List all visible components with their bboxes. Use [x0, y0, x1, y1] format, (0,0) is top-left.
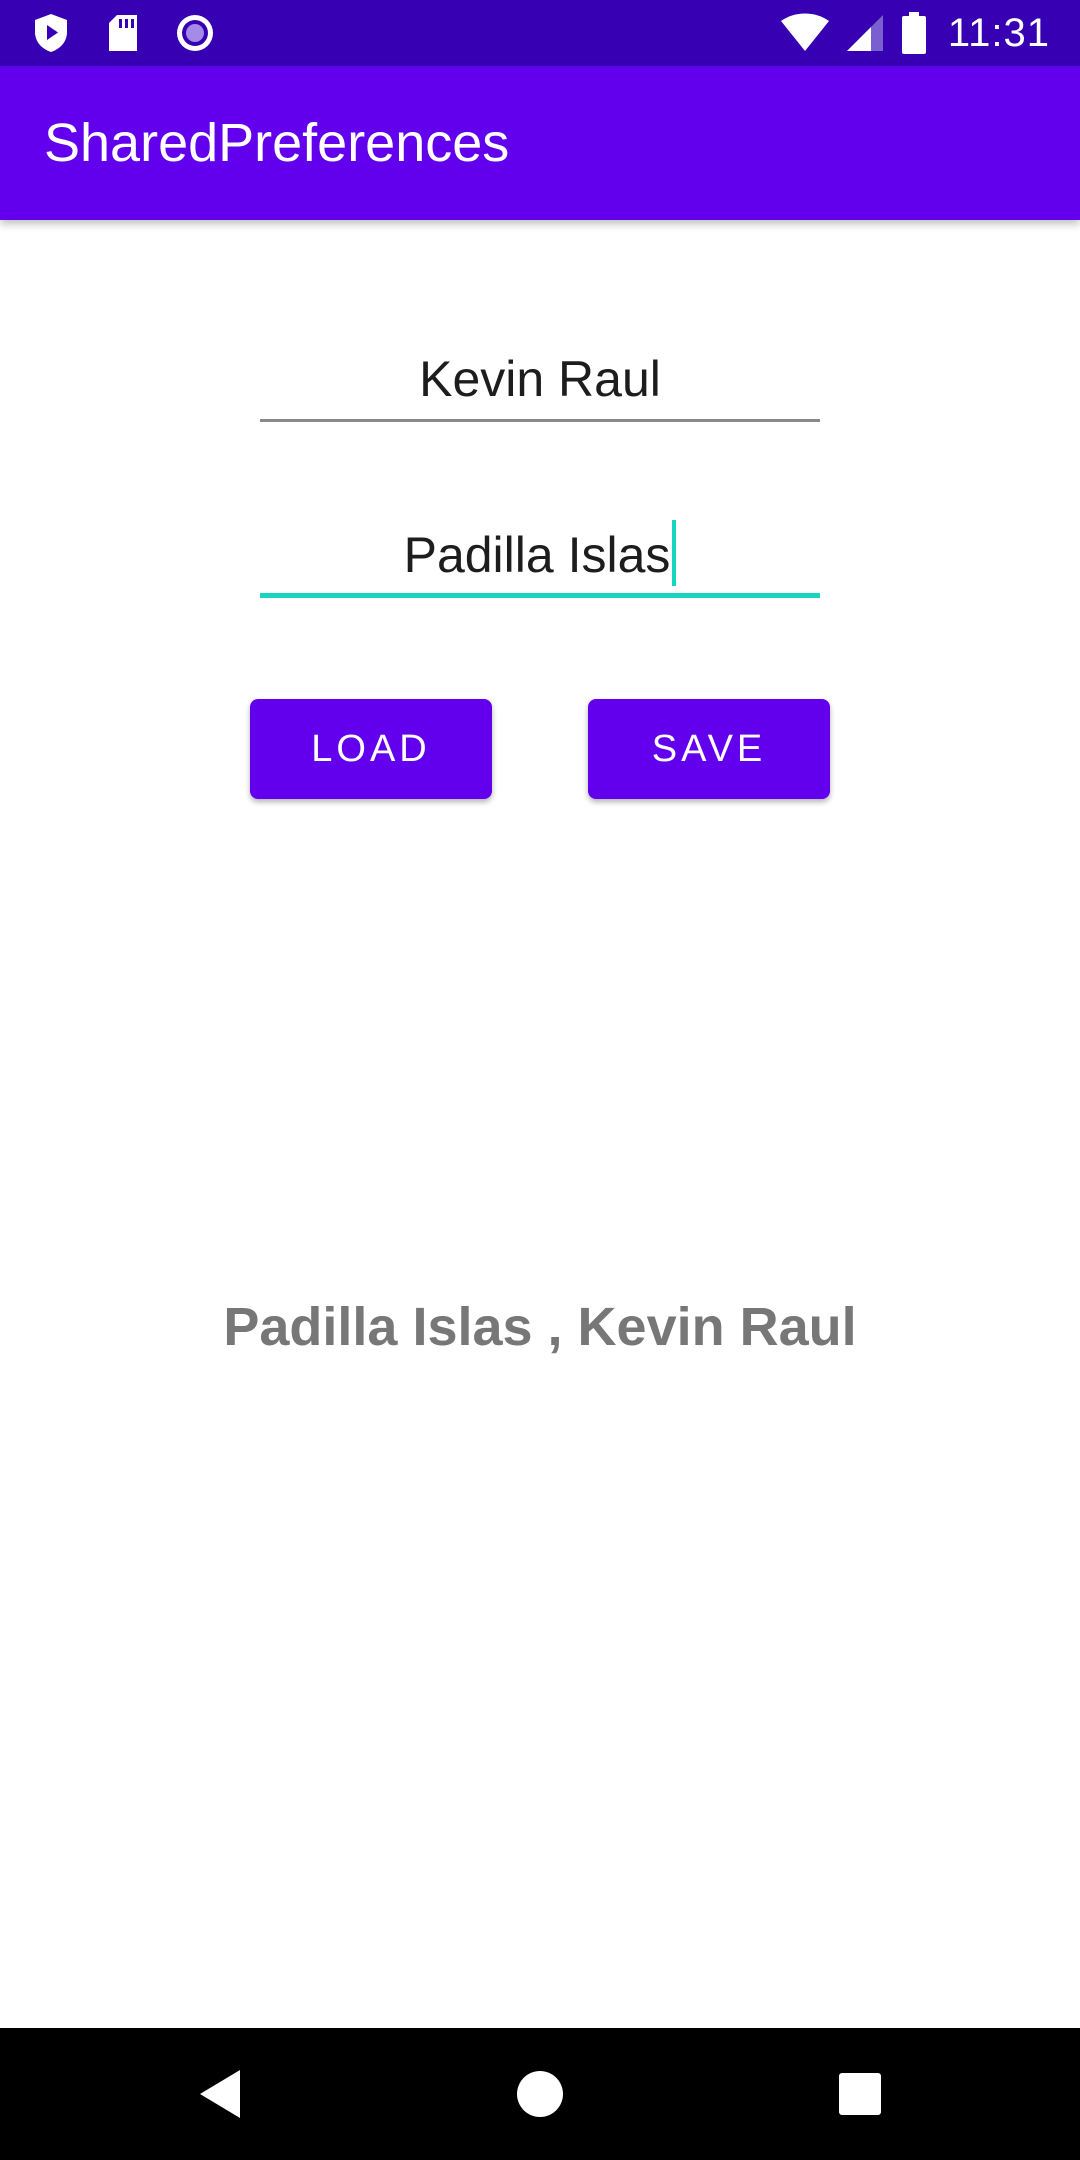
home-icon[interactable] [504, 2058, 576, 2130]
shield-play-icon [30, 12, 72, 54]
load-button[interactable]: LOAD [250, 699, 492, 799]
first-name-value: Kevin Raul [419, 351, 661, 407]
last-name-value: Padilla Islas [403, 527, 671, 583]
record-icon [174, 12, 216, 54]
text-cursor [672, 520, 677, 586]
app-title: SharedPreferences [44, 113, 510, 173]
status-right-icons: 11:31 [780, 0, 1050, 66]
last-name-input[interactable]: Padilla Islas [260, 512, 820, 598]
sd-card-icon [102, 12, 144, 54]
back-icon[interactable] [184, 2058, 256, 2130]
status-left-icons [30, 0, 216, 66]
app-bar: SharedPreferences [0, 66, 1080, 220]
wifi-icon [780, 12, 830, 54]
screen: 11:31 SharedPreferences Kevin Raul Padil… [0, 0, 1080, 2160]
save-button-label: SAVE [651, 727, 767, 770]
result-text: Padilla Islas , Kevin Raul [223, 1297, 857, 1357]
battery-icon [900, 12, 928, 54]
cellular-signal-icon [844, 12, 886, 54]
load-button-label: LOAD [311, 727, 431, 770]
status-bar: 11:31 [0, 0, 1080, 66]
first-name-input[interactable]: Kevin Raul [260, 336, 820, 422]
recents-icon[interactable] [824, 2058, 896, 2130]
navigation-bar [0, 2028, 1080, 2160]
status-time: 11:31 [947, 10, 1050, 55]
save-button[interactable]: SAVE [588, 699, 830, 799]
